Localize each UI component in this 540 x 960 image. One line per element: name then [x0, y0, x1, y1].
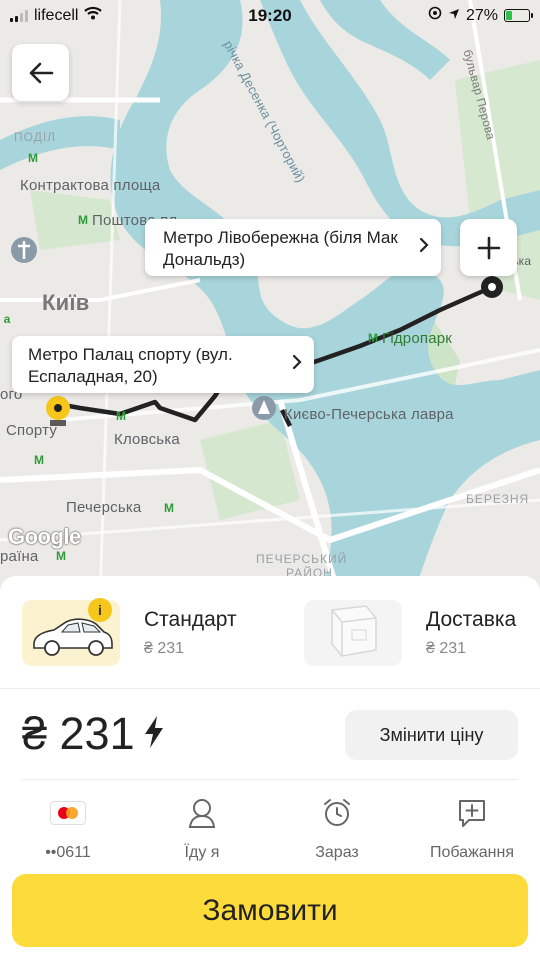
arrow-left-icon — [29, 62, 53, 83]
person-icon — [142, 796, 262, 830]
tariff-price: ₴ 231 — [426, 640, 467, 657]
order-options: ••0611 Їду я Зараз Побажання — [0, 786, 540, 866]
back-button[interactable] — [12, 44, 69, 101]
price-display: ₴ 231 — [22, 708, 165, 760]
map-label-podil: ПОДІЛ — [14, 130, 57, 144]
chevron-right-icon — [419, 237, 429, 259]
metro-icon: a — [3, 312, 11, 326]
metro-icon: M — [116, 409, 126, 423]
price-row: ₴ 231 Змінити ціну — [0, 700, 540, 770]
map-label-pechersky-1: ПЕЧЕРСЬКИЙ — [256, 552, 348, 566]
change-price-button[interactable]: Змінити ціну — [345, 710, 518, 760]
map-label-lavra: Києво-Печерська лавра — [284, 406, 454, 423]
destination-address-bubble[interactable]: Метро Лівобережна (біля Мак Дональдз) — [145, 219, 441, 276]
origin-address: Метро Палац спорту (вул. Еспаладная, 20) — [28, 345, 233, 386]
metro-icon: M — [164, 501, 174, 515]
origin-address-bubble[interactable]: Метро Палац спорту (вул. Еспаладная, 20) — [12, 336, 314, 393]
wishes-option[interactable]: Побажання — [412, 796, 532, 866]
price-value: ₴ 231 — [22, 708, 135, 759]
mastercard-icon — [8, 796, 128, 830]
google-logo: Google — [8, 524, 81, 549]
chevron-right-icon — [292, 354, 302, 376]
destination-address: Метро Лівобережна (біля Мак Дональдз) — [163, 228, 398, 269]
order-sheet: i Стандарт ₴ 231 Доставка ₴ 231 ₴ 231 Зм… — [0, 576, 540, 960]
divider — [0, 688, 540, 689]
plus-icon — [477, 236, 500, 259]
package-icon — [304, 600, 402, 666]
map-label-kontraktova: Контрактова площа — [20, 177, 161, 194]
time-option[interactable]: Зараз — [277, 796, 397, 866]
location-arrow-icon — [448, 7, 460, 25]
metro-icon: M — [78, 213, 88, 227]
map-label-pecherska: Печерська — [66, 499, 142, 516]
rider-label: Їду я — [184, 844, 220, 861]
wishes-label: Побажання — [429, 844, 515, 861]
divider — [22, 779, 518, 780]
payment-method-option[interactable]: ••0611 — [8, 796, 128, 866]
card-number: ••0611 — [45, 844, 91, 861]
tariff-name: Стандарт — [144, 608, 237, 631]
battery-percent: 27% — [465, 6, 498, 24]
metro-icon: M — [368, 331, 378, 345]
alarm-clock-icon — [277, 796, 397, 830]
status-bar: lifecell 19:20 27% — [0, 0, 540, 30]
map-label-aina: раїна — [0, 548, 39, 565]
lightning-icon — [143, 708, 165, 760]
message-plus-icon — [412, 796, 532, 830]
rotation-lock-icon — [428, 6, 442, 25]
metro-icon: M — [34, 453, 44, 467]
tariff-standard[interactable]: i Стандарт ₴ 231 — [22, 598, 292, 670]
metro-icon: M — [56, 549, 66, 563]
map[interactable]: ПОДІЛ M Контрактова площа M Поштова пл. … — [0, 0, 540, 600]
map-label-klovska: Кловська — [114, 431, 180, 448]
tariff-name: Доставка — [426, 608, 517, 631]
map-label-kyiv: Київ — [42, 290, 90, 315]
map-label-hidropark: Гідропарк — [382, 330, 453, 347]
map-label-berezniaky: БЕРЕЗНЯ — [466, 492, 530, 506]
battery-icon — [504, 9, 533, 22]
tariff-selector: i Стандарт ₴ 231 Доставка ₴ 231 — [0, 576, 540, 688]
info-icon[interactable]: i — [88, 598, 112, 622]
rider-option[interactable]: Їду я — [142, 796, 262, 866]
metro-icon: M — [28, 151, 38, 165]
map-label-sportu: Спорту — [6, 422, 58, 439]
time-label: Зараз — [315, 844, 359, 861]
tariff-price: ₴ 231 — [144, 640, 185, 657]
add-stop-button[interactable] — [460, 219, 517, 276]
tariff-delivery[interactable]: Доставка ₴ 231 — [304, 600, 540, 670]
order-button[interactable]: Замовити — [12, 874, 528, 947]
